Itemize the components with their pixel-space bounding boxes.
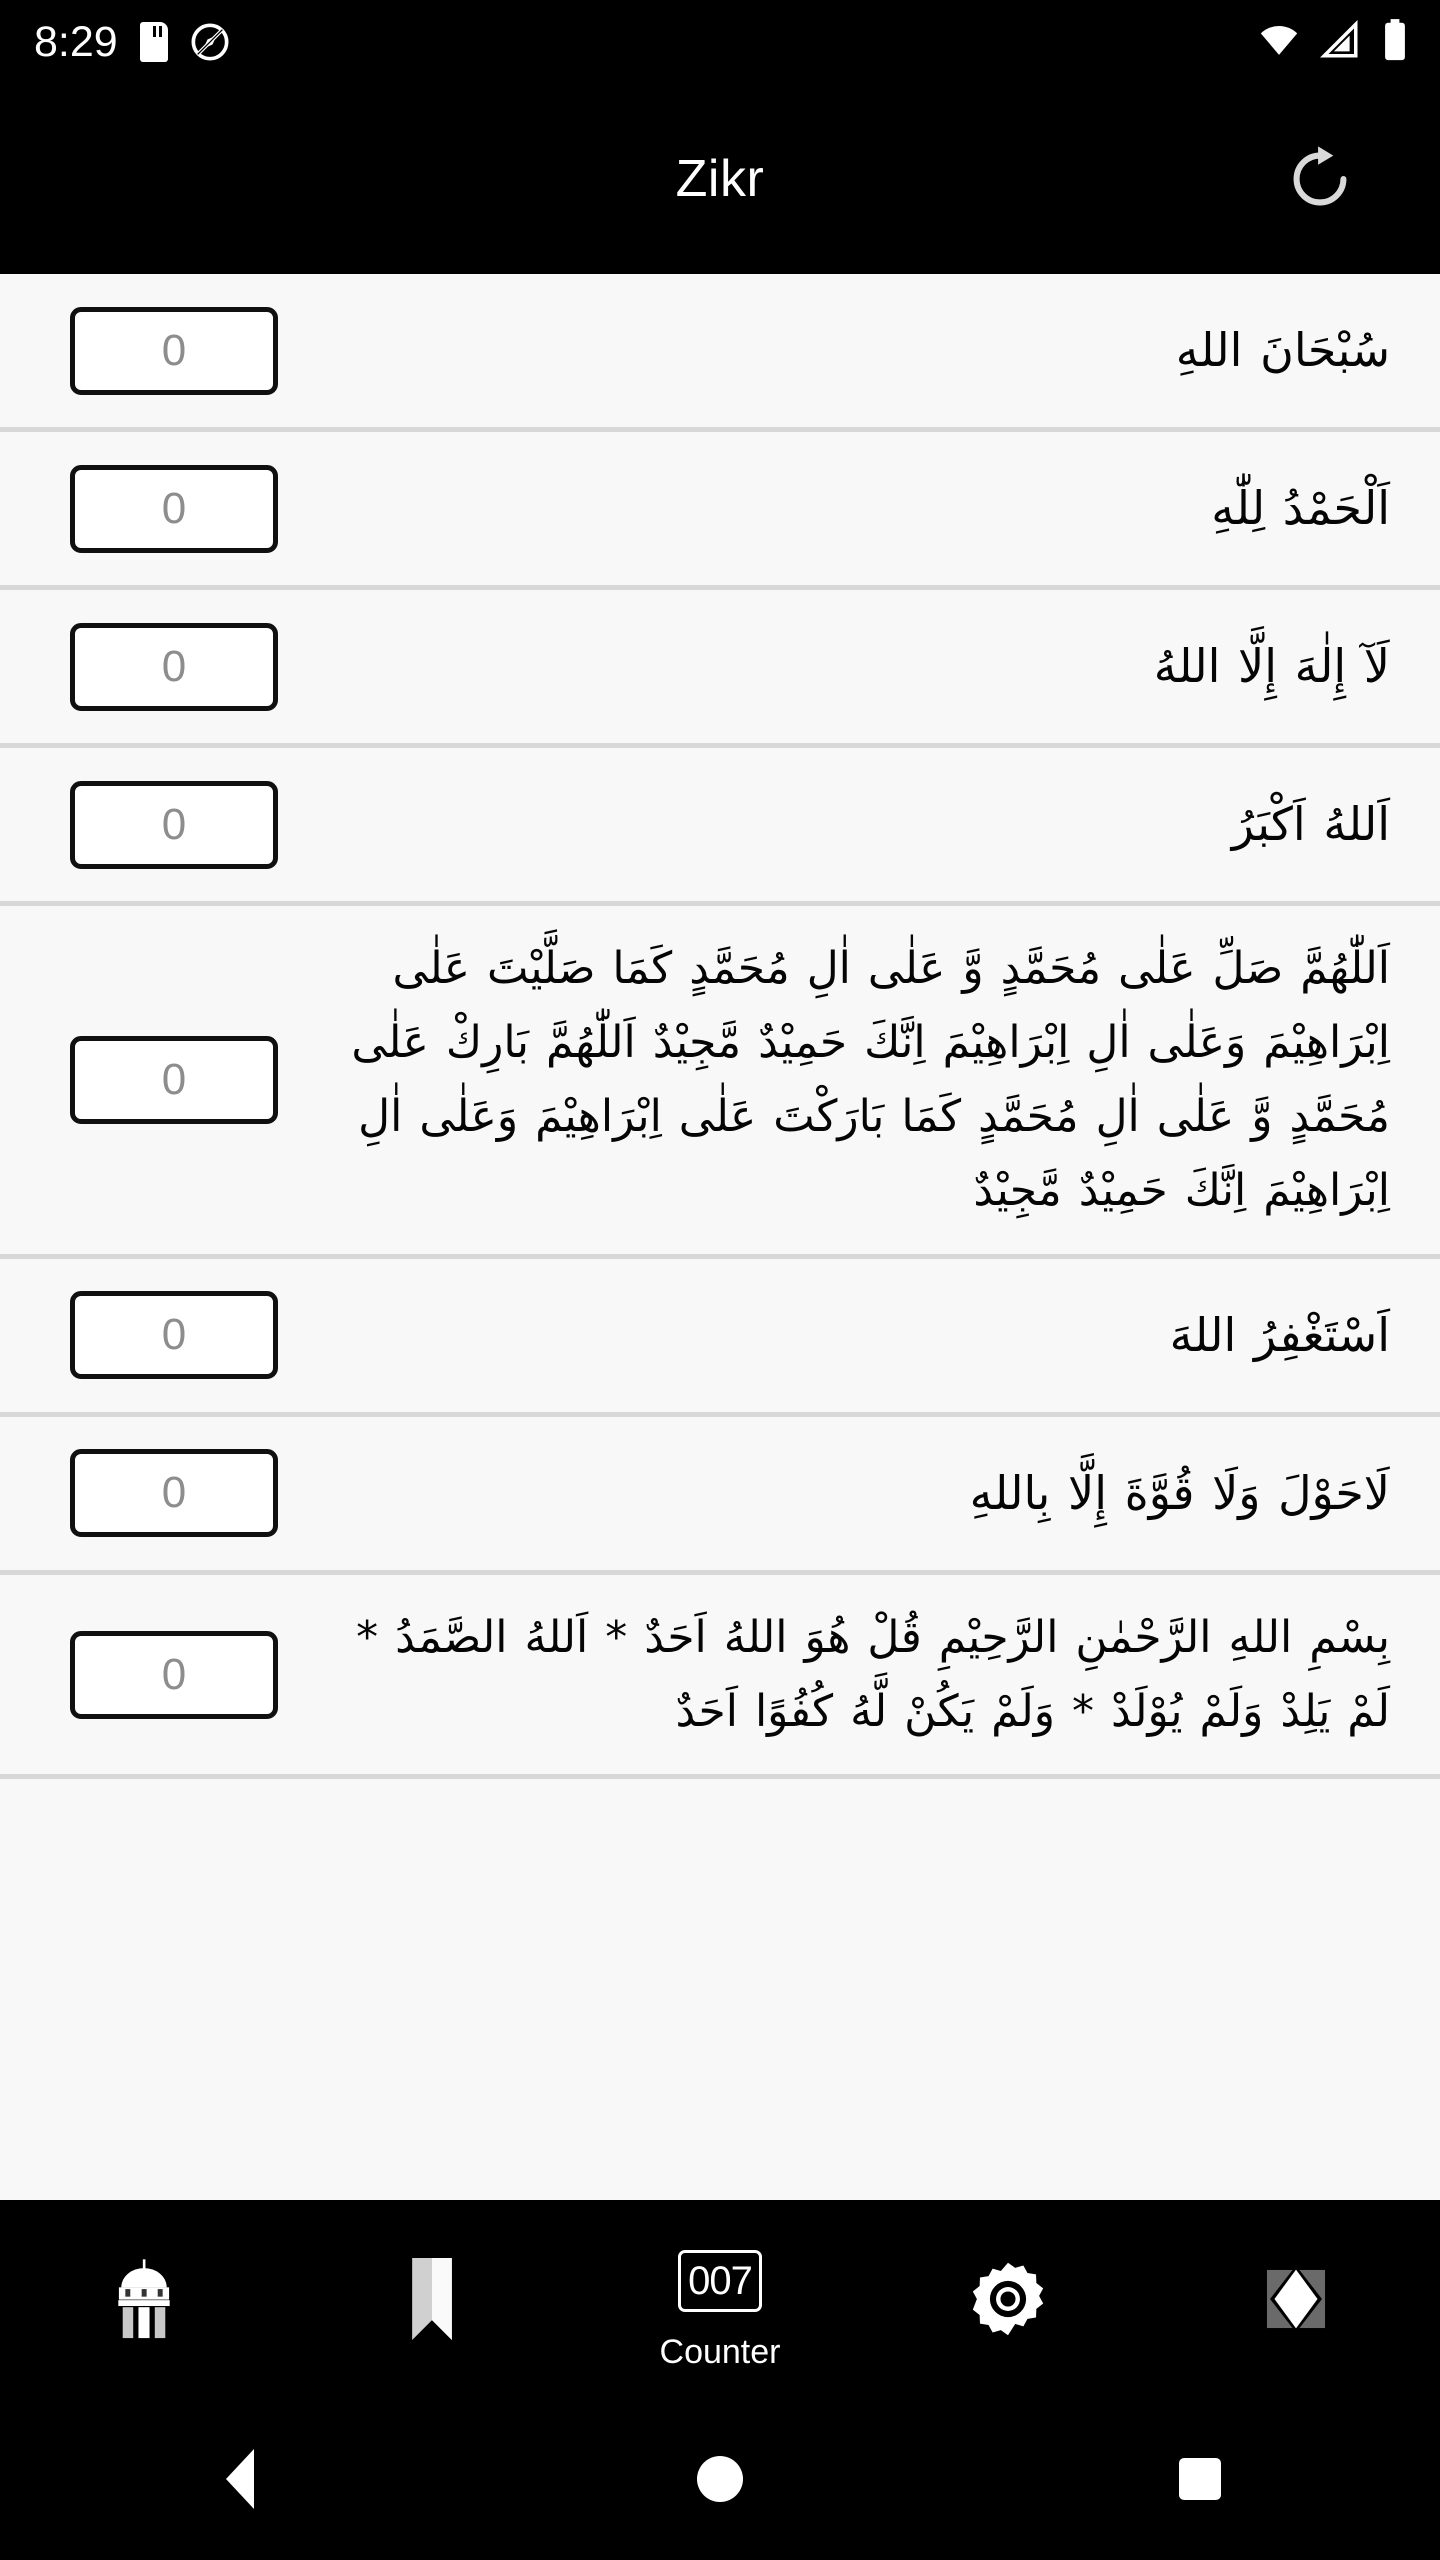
status-bar-left: 8:29 (34, 17, 230, 66)
nav-item-counter[interactable]: 007 Counter (576, 2200, 864, 2398)
zikr-row[interactable]: 0 اَلْحَمْدُ لِلّٰهِ (0, 432, 1440, 590)
zikr-counter[interactable]: 0 (70, 622, 278, 711)
zikr-list[interactable]: 0 سُبْحَانَ اللهِ 0 اَلْحَمْدُ لِلّٰهِ 0… (0, 274, 1440, 2200)
zikr-text: اَسْتَغْفِرُ اللهَ (1169, 1307, 1390, 1362)
zikr-counter[interactable]: 0 (70, 1035, 278, 1124)
zikr-text: اَلْحَمْدُ لِلّٰهِ (1211, 481, 1390, 536)
status-bar-right (1258, 18, 1410, 67)
back-button[interactable] (160, 2398, 320, 2560)
bookmark-icon (408, 2253, 456, 2345)
counter-icon-text: 007 (678, 2250, 762, 2312)
recents-button[interactable] (1120, 2398, 1280, 2560)
battery-icon (1380, 18, 1410, 67)
zikr-text: سُبْحَانَ اللهِ (1175, 323, 1390, 378)
zikr-row[interactable]: 0 اَللّٰهُمَّ صَلِّ عَلٰى مُحَمَّدٍ وَّ … (0, 906, 1440, 1259)
bottom-navigation: 007 Counter (0, 2200, 1440, 2398)
mosque-icon (109, 2253, 179, 2345)
nav-item-mosque[interactable] (0, 2200, 288, 2398)
app-bar: Zikr (0, 84, 1440, 274)
location-off-icon (190, 22, 230, 62)
zikr-row[interactable]: 0 لَاحَوْلَ وَلَا قُوَّةَ إِلَّا بِاللهِ (0, 1416, 1440, 1575)
zikr-text: اَللهُ اَكْبَرُ (1231, 797, 1390, 852)
sd-card-icon (139, 22, 168, 62)
zikr-text: اَللّٰهُمَّ صَلِّ عَلٰى مُحَمَّدٍ وَّ عَ… (351, 943, 1390, 1216)
zikr-text: بِسْمِ اللهِ الرَّحْمٰنِ الرَّحِيْمِ قُل… (356, 1611, 1390, 1737)
nav-item-settings[interactable] (864, 2200, 1152, 2398)
refresh-icon (1293, 146, 1347, 206)
home-circle-icon (697, 2456, 743, 2502)
zikr-counter[interactable]: 0 (70, 464, 278, 553)
theme-diamond-icon (1255, 2253, 1337, 2345)
android-navigation-bar (0, 2398, 1440, 2560)
zikr-counter[interactable]: 0 (70, 306, 278, 395)
zikr-counter[interactable]: 0 (70, 780, 278, 869)
nav-item-theme[interactable] (1152, 2200, 1440, 2398)
page-title: Zikr (675, 150, 765, 208)
recents-square-icon (1179, 2458, 1221, 2500)
nav-item-bookmark[interactable] (288, 2200, 576, 2398)
settings-gear-icon (967, 2253, 1049, 2345)
nav-item-counter-label: Counter (659, 2333, 781, 2371)
status-bar: 8:29 (0, 0, 1440, 84)
zikr-counter[interactable]: 0 (70, 1630, 278, 1719)
phone-screen: 8:29 Zikr 0 سُبْحَانَ اللهِ 0 اَلْحَمْدُ… (0, 0, 1440, 2560)
counter-icon: 007 (678, 2235, 762, 2327)
zikr-row[interactable]: 0 اَسْتَغْفِرُ اللهَ (0, 1258, 1440, 1417)
zikr-row[interactable]: 0 سُبْحَانَ اللهِ (0, 274, 1440, 432)
wifi-icon (1258, 19, 1300, 66)
refresh-button[interactable] (1274, 133, 1366, 225)
status-time: 8:29 (34, 17, 118, 66)
zikr-counter[interactable]: 0 (70, 1449, 278, 1538)
zikr-text: لَآ إِلٰهَ إِلَّا اللهُ (1153, 639, 1390, 694)
back-triangle-icon (226, 2449, 254, 2509)
home-button[interactable] (640, 2398, 800, 2560)
cellular-signal-icon (1319, 19, 1361, 66)
zikr-counter[interactable]: 0 (70, 1291, 278, 1380)
zikr-text: لَاحَوْلَ وَلَا قُوَّةَ إِلَّا بِاللهِ (969, 1465, 1390, 1520)
zikr-row[interactable]: 0 اَللهُ اَكْبَرُ (0, 748, 1440, 906)
zikr-row[interactable]: 0 بِسْمِ اللهِ الرَّحْمٰنِ الرَّحِيْمِ ق… (0, 1574, 1440, 1780)
zikr-row[interactable]: 0 لَآ إِلٰهَ إِلَّا اللهُ (0, 590, 1440, 748)
